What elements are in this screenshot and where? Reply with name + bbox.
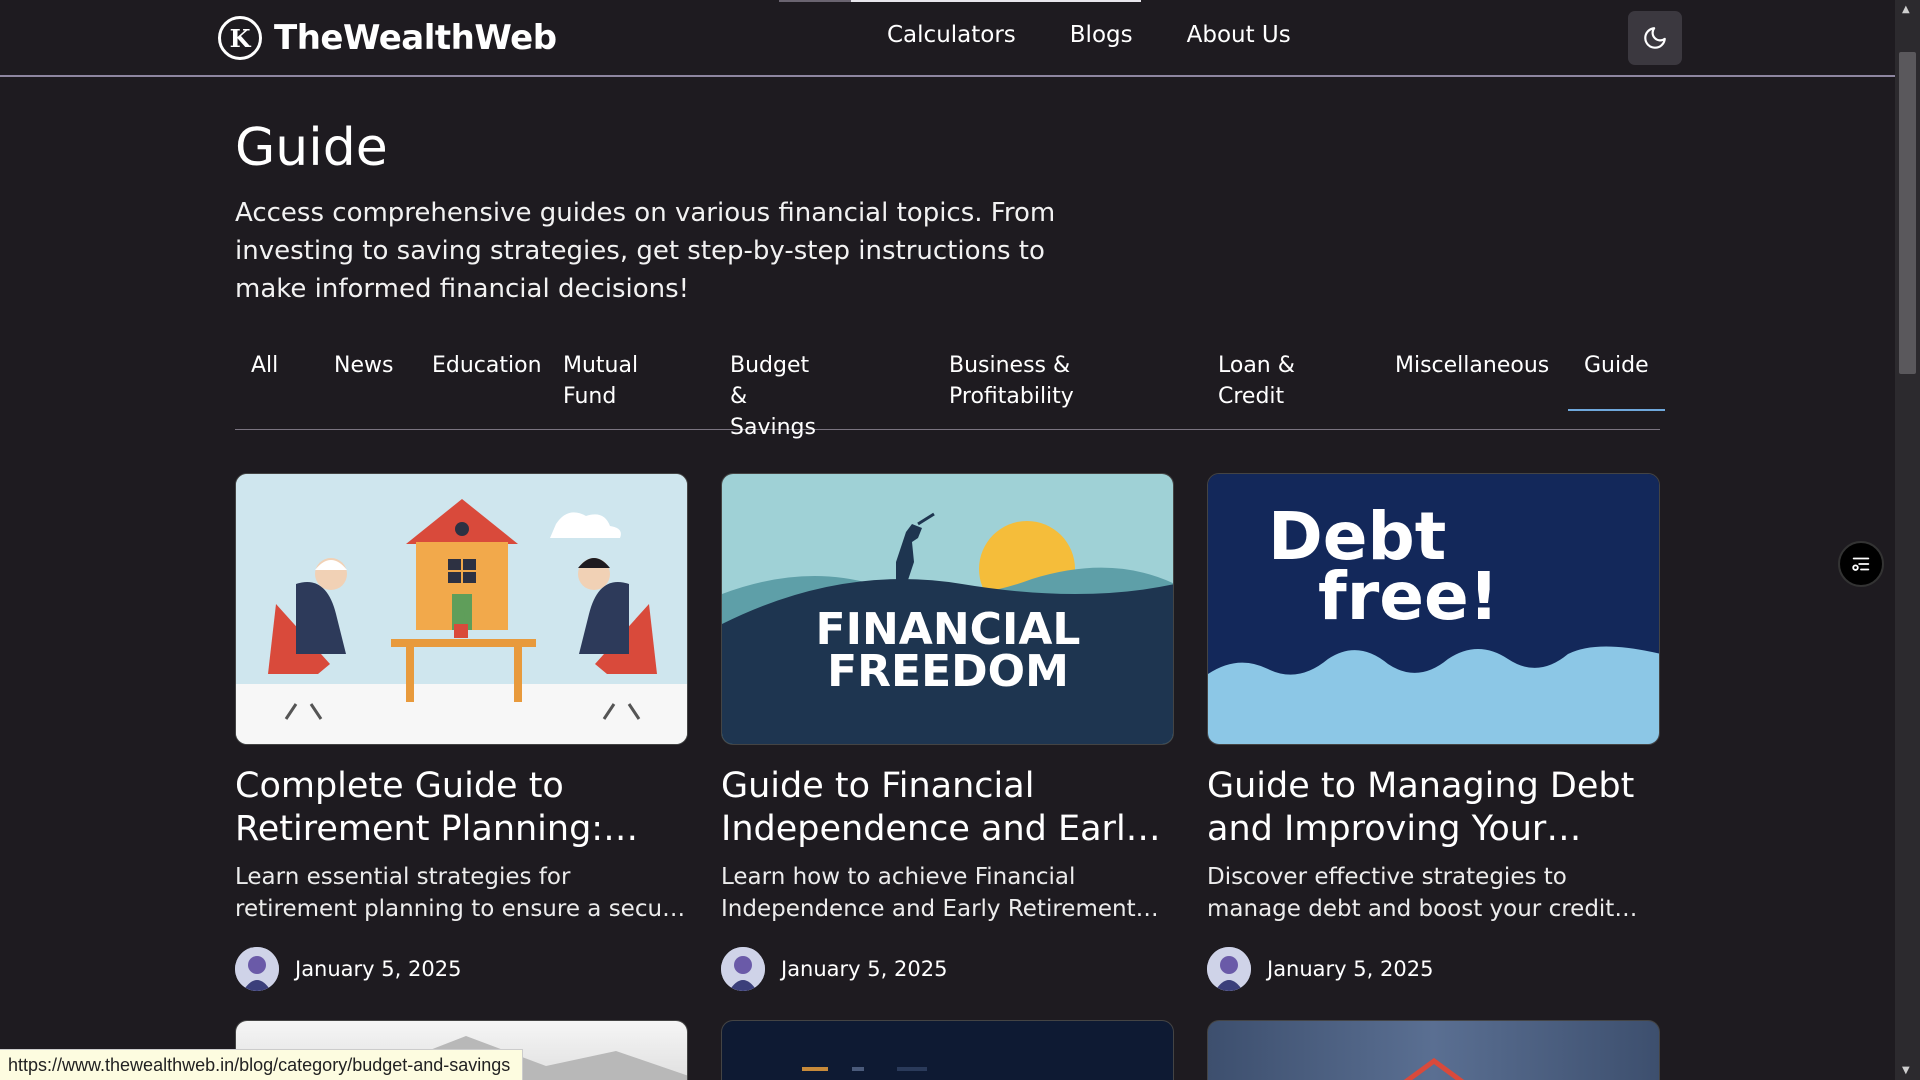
nav-calculators[interactable]: Calculators <box>887 22 1016 48</box>
card-excerpt: Learn essential strategies for retiremen… <box>235 864 686 922</box>
chart-image <box>802 1067 927 1071</box>
tab-business-profitability[interactable]: Business & Profitability <box>933 350 1098 412</box>
tab-miscellaneous[interactable]: Miscellaneous <box>1379 350 1565 381</box>
nav-about-us[interactable]: About Us <box>1187 22 1291 48</box>
tab-guide[interactable]: Guide <box>1568 350 1665 411</box>
tab-mutual-fund[interactable]: Mutual Fund <box>547 350 657 412</box>
scroll-up-icon[interactable]: ▲ <box>1902 4 1910 15</box>
image-text-freedom: FREEDOM <box>827 646 1069 697</box>
nav-blogs[interactable]: Blogs <box>1070 22 1133 48</box>
page-scrollbar[interactable]: ▲ ▼ <box>1895 0 1920 1080</box>
debt-free-illustration[interactable]: Debt free! <box>1207 473 1660 745</box>
debt-free-image: Debt free! <box>1208 474 1659 744</box>
financial-freedom-illustration[interactable]: FINANCIAL FREEDOM <box>721 473 1174 745</box>
tab-education[interactable]: Education <box>416 350 558 381</box>
author-avatar <box>235 947 279 991</box>
card-date: January 5, 2025 <box>1267 957 1434 981</box>
author-avatar <box>1207 947 1251 991</box>
theme-toggle-button[interactable] <box>1628 11 1682 65</box>
card-title[interactable]: Guide to Financial Independence and Earl… <box>721 765 1174 851</box>
card-title[interactable]: Guide to Managing Debt and Improving You… <box>1207 765 1660 851</box>
card-excerpt: Discover effective strategies to manage … <box>1207 864 1615 922</box>
financial-freedom-image: FINANCIAL FREEDOM <box>722 474 1173 744</box>
brand-name: TheWealthWeb <box>274 18 557 58</box>
blog-card[interactable]: Debt free! Guide to Managing Debt and Im… <box>1207 473 1660 991</box>
blog-card[interactable]: Complete Guide to Retirement Planning: S… <box>235 473 688 991</box>
list-settings-icon <box>1852 557 1870 571</box>
tab-news[interactable]: News <box>318 350 409 381</box>
tab-budget-savings[interactable]: Budget & Savings <box>714 350 849 443</box>
card-title[interactable]: Complete Guide to Retirement Planning: S… <box>235 765 688 851</box>
author-avatar <box>721 947 765 991</box>
brand-logo[interactable]: K TheWealthWeb <box>218 16 557 60</box>
link-status-bar: https://www.thewealthweb.in/blog/categor… <box>0 1049 524 1080</box>
card-date: January 5, 2025 <box>295 957 462 981</box>
retirement-image <box>236 474 687 744</box>
toc-button[interactable] <box>1838 541 1884 587</box>
card-excerpt: Learn how to achieve Financial Independe… <box>721 864 1136 922</box>
card-meta: January 5, 2025 <box>1207 947 1660 991</box>
scroll-down-icon[interactable]: ▼ <box>1902 1065 1910 1076</box>
house-image <box>1403 1057 1465 1080</box>
blog-card[interactable]: FINANCIAL FREEDOM Guide to Financial Ind… <box>721 473 1174 991</box>
page-description: Access comprehensive guides on various f… <box>235 198 1056 304</box>
card-meta: January 5, 2025 <box>235 947 688 991</box>
blog-card[interactable] <box>721 1020 1174 1080</box>
retirement-planning-illustration[interactable] <box>235 473 688 745</box>
loading-bar <box>779 0 1141 2</box>
moon-icon <box>1644 27 1666 49</box>
image-text-free: free! <box>1318 558 1499 635</box>
site-header: K TheWealthWeb Calculators Blogs About U… <box>0 0 1895 77</box>
tab-all[interactable]: All <box>235 350 294 381</box>
card-meta: January 5, 2025 <box>721 947 1174 991</box>
logo-icon: K <box>218 16 262 60</box>
category-tabs: All News Education Mutual Fund Budget & … <box>235 350 1665 440</box>
blog-card[interactable] <box>1207 1020 1660 1080</box>
card-thumbnail[interactable] <box>1207 1020 1660 1080</box>
page-title: Guide <box>235 118 388 178</box>
scrollbar-thumb[interactable] <box>1899 52 1916 374</box>
card-thumbnail[interactable] <box>721 1020 1174 1080</box>
tab-loan-credit[interactable]: Loan & Credit <box>1202 350 1312 412</box>
active-tab-indicator <box>1568 409 1665 411</box>
main-nav: Calculators Blogs About Us <box>887 22 1291 48</box>
card-date: January 5, 2025 <box>781 957 948 981</box>
